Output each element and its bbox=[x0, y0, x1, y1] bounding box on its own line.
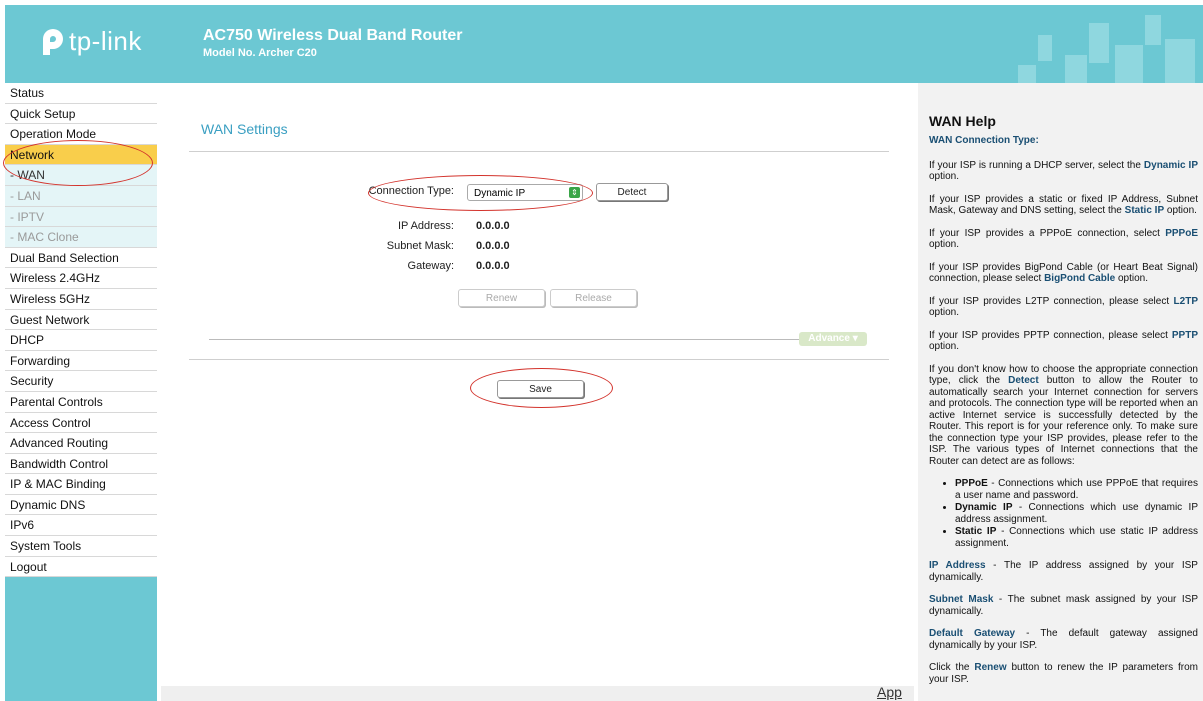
help-paragraph: If your ISP provides a static or fixed I… bbox=[929, 193, 1198, 217]
header-decoration bbox=[1115, 45, 1143, 83]
connection-type-value: Dynamic IP bbox=[474, 188, 526, 199]
sidebar-item-security[interactable]: Security bbox=[5, 371, 157, 392]
sidebar-item-guest-network[interactable]: Guest Network bbox=[5, 309, 157, 331]
brand-name: tp-link bbox=[69, 25, 142, 56]
ip-address-label: IP Address: bbox=[397, 220, 454, 232]
header-decoration bbox=[1018, 65, 1036, 83]
sidebar-menu: Status Quick Setup Operation Mode Networ… bbox=[5, 83, 157, 578]
header-banner: tp-link AC750 Wireless Dual Band Router … bbox=[5, 5, 1203, 83]
help-paragraph: If your ISP provides L2TP connection, pl… bbox=[929, 295, 1198, 319]
subnet-mask-label: Subnet Mask: bbox=[386, 240, 454, 252]
advance-label: Advance bbox=[808, 333, 850, 344]
tp-link-logo: tp-link bbox=[33, 25, 142, 57]
connection-type-select[interactable]: Dynamic IP ⇕ bbox=[467, 184, 583, 201]
sidebar-item-iptv[interactable]: - IPTV bbox=[5, 206, 157, 228]
help-title: WAN Help bbox=[929, 113, 996, 129]
sidebar-item-ipv6[interactable]: IPv6 bbox=[5, 515, 157, 537]
subnet-mask-value: 0.0.0.0 bbox=[476, 240, 510, 252]
header-decoration bbox=[1165, 39, 1195, 83]
help-paragraph: If your ISP is running a DHCP server, se… bbox=[929, 159, 1199, 183]
sidebar: Status Quick Setup Operation Mode Networ… bbox=[5, 83, 157, 701]
advance-toggle[interactable]: Advance ▾ bbox=[799, 332, 867, 346]
sidebar-item-mac-clone[interactable]: - MAC Clone bbox=[5, 227, 157, 248]
sidebar-item-dynamic-dns[interactable]: Dynamic DNS bbox=[5, 494, 157, 516]
help-list-item: PPPoE - Connections which use PPPoE that… bbox=[955, 478, 1198, 501]
sidebar-item-ip-mac-binding[interactable]: IP & MAC Binding bbox=[5, 474, 157, 495]
help-paragraph: Subnet Mask - The subnet mask assigned b… bbox=[929, 594, 1198, 617]
app-link[interactable]: App bbox=[877, 684, 902, 700]
connection-type-label: Connection Type: bbox=[368, 185, 454, 197]
main-content: WAN Settings Connection Type: Dynamic IP… bbox=[161, 83, 914, 701]
release-button[interactable]: Release bbox=[550, 289, 637, 307]
header-decoration bbox=[1038, 35, 1052, 61]
header-decoration bbox=[1065, 55, 1087, 83]
product-title: AC750 Wireless Dual Band Router bbox=[203, 27, 463, 44]
header-decoration bbox=[1089, 23, 1109, 63]
sidebar-item-network[interactable]: Network bbox=[5, 144, 157, 166]
gateway-label: Gateway: bbox=[407, 260, 454, 272]
sidebar-item-access-control[interactable]: Access Control bbox=[5, 412, 157, 434]
help-paragraph: IP Address - The IP address assigned by … bbox=[929, 560, 1198, 583]
sidebar-item-bandwidth-control[interactable]: Bandwidth Control bbox=[5, 453, 157, 475]
help-paragraph: If your ISP provides BigPond Cable (or H… bbox=[929, 261, 1198, 285]
sidebar-item-system-tools[interactable]: System Tools bbox=[5, 536, 157, 557]
page-title: WAN Settings bbox=[201, 121, 288, 137]
sidebar-item-logout[interactable]: Logout bbox=[5, 556, 157, 578]
header-decoration bbox=[1145, 15, 1161, 45]
renew-button[interactable]: Renew bbox=[458, 289, 545, 307]
sidebar-item-dhcp[interactable]: DHCP bbox=[5, 330, 157, 351]
sidebar-item-wireless-5ghz[interactable]: Wireless 5GHz bbox=[5, 288, 157, 310]
help-list-item: Static IP - Connections which use static… bbox=[955, 526, 1198, 549]
help-list-item: Dynamic IP - Connections which use dynam… bbox=[955, 502, 1198, 525]
help-paragraph: If you don't know how to choose the appr… bbox=[929, 363, 1198, 467]
divider bbox=[189, 151, 889, 152]
gateway-value: 0.0.0.0 bbox=[476, 260, 510, 272]
help-paragraph: Default Gateway - The default gateway as… bbox=[929, 628, 1198, 651]
tp-link-logo-icon bbox=[33, 25, 65, 57]
sidebar-item-dual-band-selection[interactable]: Dual Band Selection bbox=[5, 247, 157, 269]
detect-button[interactable]: Detect bbox=[596, 183, 668, 201]
main-footer-bar bbox=[161, 686, 914, 701]
model-number: Model No. Archer C20 bbox=[203, 47, 317, 59]
sidebar-item-quick-setup[interactable]: Quick Setup bbox=[5, 103, 157, 125]
ip-address-value: 0.0.0.0 bbox=[476, 220, 510, 232]
sidebar-item-wireless-2-4ghz[interactable]: Wireless 2.4GHz bbox=[5, 268, 157, 289]
sidebar-item-wan[interactable]: - WAN bbox=[5, 165, 157, 186]
help-paragraph: If your ISP provides PPTP connection, pl… bbox=[929, 329, 1198, 353]
help-paragraph: Click the Renew button to renew the IP p… bbox=[929, 662, 1198, 685]
advance-divider bbox=[209, 339, 799, 340]
divider bbox=[189, 359, 889, 360]
help-paragraph: If your ISP provides a PPPoE connection,… bbox=[929, 227, 1198, 251]
sidebar-item-status[interactable]: Status bbox=[5, 83, 157, 104]
save-button[interactable]: Save bbox=[497, 380, 584, 398]
sidebar-item-lan[interactable]: - LAN bbox=[5, 185, 157, 207]
sidebar-item-advanced-routing[interactable]: Advanced Routing bbox=[5, 433, 157, 454]
sidebar-item-operation-mode[interactable]: Operation Mode bbox=[5, 124, 157, 145]
select-arrows-icon: ⇕ bbox=[569, 187, 580, 198]
help-subtitle: WAN Connection Type: bbox=[929, 135, 1039, 147]
sidebar-item-forwarding[interactable]: Forwarding bbox=[5, 350, 157, 372]
help-pane: WAN Help WAN Connection Type: If your IS… bbox=[918, 83, 1203, 701]
help-content: WAN Help WAN Connection Type: If your IS… bbox=[929, 113, 1198, 696]
help-list: PPPoE - Connections which use PPPoE that… bbox=[929, 478, 1198, 549]
sidebar-item-parental-controls[interactable]: Parental Controls bbox=[5, 391, 157, 413]
